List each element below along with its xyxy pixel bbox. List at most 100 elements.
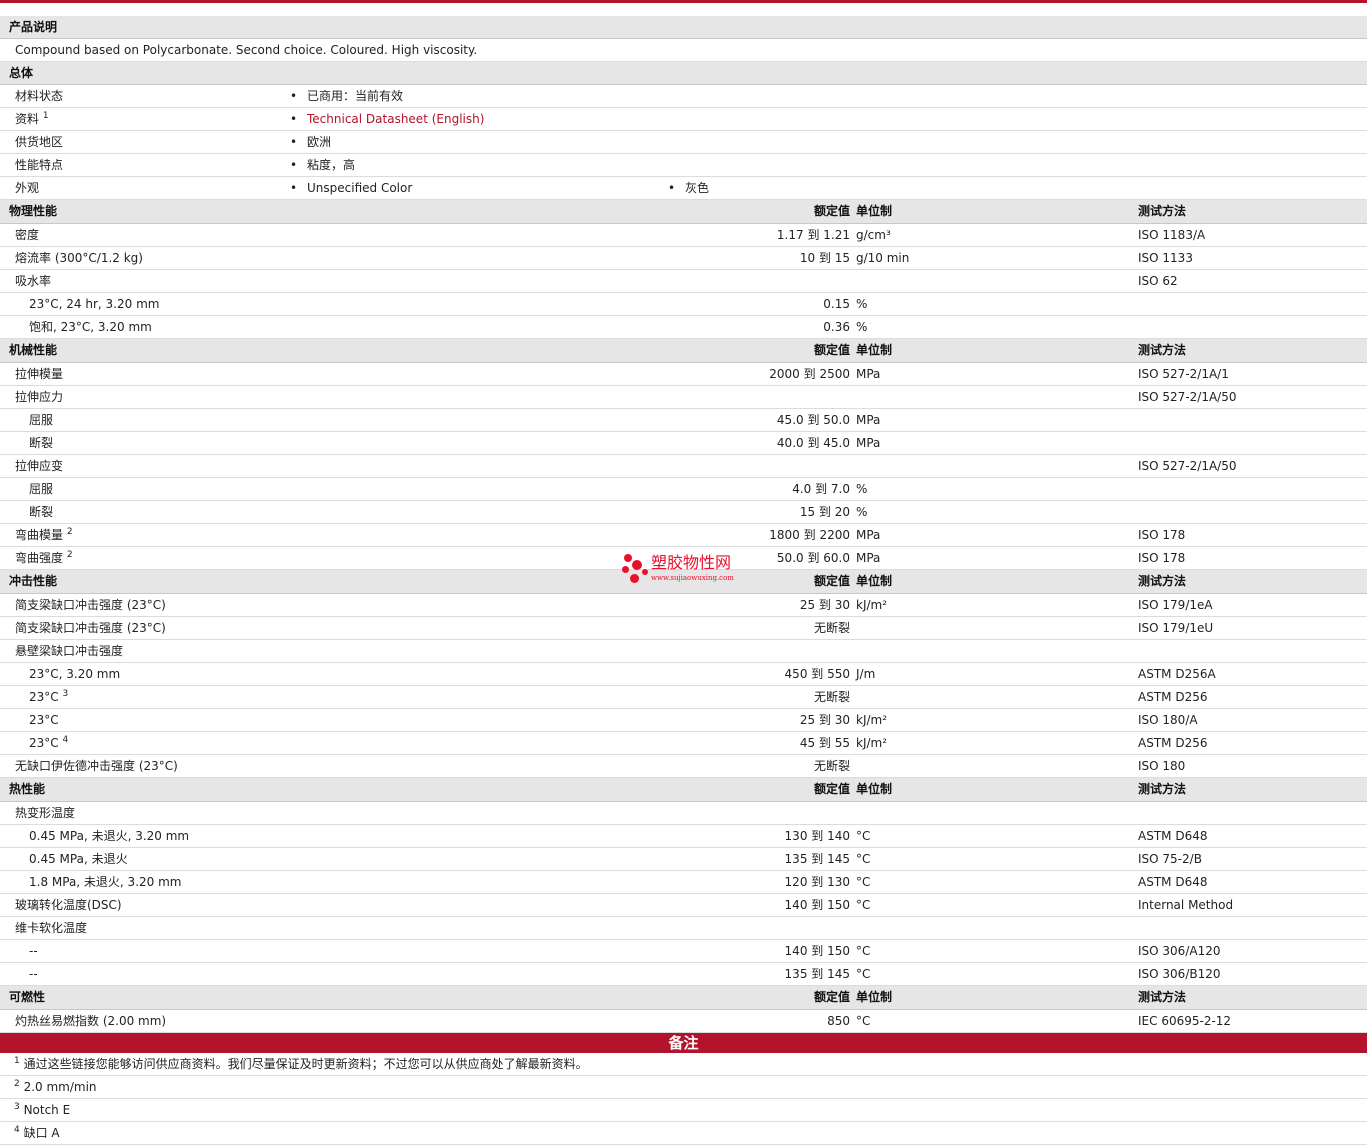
property-value: 无断裂 bbox=[813, 759, 850, 773]
property-test-method: Internal Method bbox=[1138, 898, 1234, 912]
property-label-text: 拉伸模量 bbox=[15, 367, 64, 381]
notes-header: 备注 bbox=[0, 1033, 1367, 1053]
property-value: 50.0 到 60.0 bbox=[776, 551, 850, 565]
property-row: 灼热丝易燃指数 (2.00 mm) 850 °C IEC 60695-2-12 bbox=[0, 1010, 1367, 1033]
column-header-unit: 单位制 bbox=[856, 204, 893, 218]
property-row: 屈服 4.0 到 7.0% bbox=[0, 478, 1367, 501]
property-label: 玻璃转化温度(DSC) bbox=[15, 898, 122, 913]
footnote-ref: 1 bbox=[42, 111, 49, 121]
property-label: 悬壁梁缺口冲击强度 bbox=[15, 644, 123, 659]
column-header-test-method: 测试方法 bbox=[1138, 204, 1187, 218]
property-label: 维卡软化温度 bbox=[15, 921, 87, 936]
property-label-text: 熔流率 (300°C/1.2 kg) bbox=[15, 251, 143, 265]
section-header-product-description: 产品说明 bbox=[0, 16, 1367, 39]
datasheet-link[interactable]: Technical Datasheet (English) bbox=[307, 112, 484, 127]
property-unit: MPa bbox=[856, 528, 881, 542]
column-header-nominal: 额定值 bbox=[813, 782, 850, 796]
property-label-text: 断裂 bbox=[29, 436, 54, 450]
general-row: 性能特点 • 粘度，高 bbox=[0, 154, 1367, 177]
property-label: 吸水率 bbox=[15, 274, 51, 289]
general-row: 供货地区 • 欧洲 bbox=[0, 131, 1367, 154]
general-row: 资料 1 • Technical Datasheet (English) bbox=[0, 108, 1367, 131]
note-number: 3 bbox=[14, 1102, 20, 1112]
column-header-unit: 单位制 bbox=[856, 574, 893, 588]
column-header-unit: 单位制 bbox=[856, 782, 893, 796]
note-text: Notch E bbox=[23, 1103, 71, 1117]
property-value: 无断裂 bbox=[813, 690, 850, 704]
property-value: 1800 到 2200 bbox=[769, 528, 850, 542]
product-description-text: Compound based on Polycarbonate. Second … bbox=[15, 43, 478, 57]
property-unit: MPa bbox=[856, 436, 881, 450]
watermark-url: www.sujiaowuxing.com bbox=[651, 574, 734, 582]
property-row: 熔流率 (300°C/1.2 kg) 10 到 15 g/10 min ISO 113… bbox=[0, 247, 1367, 270]
property-label-text: 维卡软化温度 bbox=[15, 921, 88, 935]
column-header-nominal: 额定值 bbox=[813, 990, 850, 1004]
note-number: 2 bbox=[14, 1079, 20, 1089]
property-test-method: ISO 527-2/1A/50 bbox=[1138, 390, 1237, 404]
section-title: 总体 bbox=[9, 66, 34, 80]
property-label-text: 拉伸应变 bbox=[15, 459, 64, 473]
property-unit: °C bbox=[856, 944, 871, 958]
property-label-text: 简支梁缺口冲击强度 (23°C) bbox=[15, 621, 166, 635]
property-label-text: 23°C bbox=[29, 713, 59, 727]
property-unit: °C bbox=[856, 875, 871, 889]
property-label: 屈服 bbox=[29, 413, 53, 428]
general-label-text: 供货地区 bbox=[15, 135, 64, 149]
property-row: 拉伸模量 2000 到 2500 MPa ISO 527-2/1A/1 bbox=[0, 363, 1367, 386]
property-value: 130 到 140 bbox=[784, 829, 850, 843]
property-test-method: ASTM D256 bbox=[1138, 690, 1208, 704]
property-test-method: ISO 75-2/B bbox=[1138, 852, 1202, 866]
property-value: 45 到 55 bbox=[799, 736, 850, 750]
general-label-text: 性能特点 bbox=[15, 158, 64, 172]
property-unit: J/m bbox=[856, 667, 876, 681]
note-content: 2 2.0 mm/min bbox=[14, 1080, 97, 1095]
column-header-test-method: 测试方法 bbox=[1138, 990, 1187, 1004]
property-row: 断裂 15 到 20% bbox=[0, 501, 1367, 524]
general-value: Unspecified Color bbox=[307, 181, 413, 195]
property-label: 断裂 bbox=[29, 436, 53, 451]
property-test-method: ISO 178 bbox=[1138, 551, 1186, 565]
property-test-method: ISO 306/B120 bbox=[1138, 967, 1221, 981]
logo-dot bbox=[624, 554, 632, 562]
general-label: 性能特点 bbox=[15, 158, 63, 173]
general-row: 材料状态 • 已商用：当前有效 bbox=[0, 85, 1367, 108]
property-row: 23°C 3 无断裂 ASTM D256 bbox=[0, 686, 1367, 709]
property-row: 23°C 25 到 30 kJ/m² ISO 180/A bbox=[0, 709, 1367, 732]
property-label: 23°C 4 bbox=[29, 736, 68, 751]
property-test-method: ASTM D648 bbox=[1138, 829, 1208, 843]
property-label-text: -- bbox=[29, 967, 38, 981]
note-text: 通过这些链接您能够访问供应商资料。我们尽量保证及时更新资料；不过您可以从供应商处… bbox=[23, 1057, 588, 1071]
property-label-text: 饱和, 23°C, 3.20 mm bbox=[29, 320, 152, 334]
property-value: 450 到 550 bbox=[784, 667, 850, 681]
property-value: 850 bbox=[827, 1014, 850, 1028]
property-label: 简支梁缺口冲击强度 (23°C) bbox=[15, 621, 166, 636]
property-unit: g/10 min bbox=[856, 251, 910, 265]
property-label: -- bbox=[29, 944, 38, 959]
note-number: 4 bbox=[14, 1125, 20, 1135]
footnote-ref: 4 bbox=[62, 735, 69, 745]
notes-list: 1 通过这些链接您能够访问供应商资料。我们尽量保证及时更新资料；不过您可以从供应… bbox=[0, 1053, 1367, 1145]
section-header: 热性能 额定值 单位制 测试方法 bbox=[0, 778, 1367, 802]
property-test-method: ISO 178 bbox=[1138, 528, 1186, 542]
property-label-text: 断裂 bbox=[29, 505, 54, 519]
property-unit: % bbox=[856, 482, 868, 496]
property-label-text: 0.45 MPa, 未退火, 3.20 mm bbox=[29, 829, 190, 843]
property-row: 玻璃转化温度(DSC) 140 到 150 °C Internal Method bbox=[0, 894, 1367, 917]
general-row: 外观 • Unspecified Color • 灰色 bbox=[0, 177, 1367, 200]
property-label-text: 无缺口伊佐德冲击强度 (23°C) bbox=[15, 759, 178, 773]
property-label: 灼热丝易燃指数 (2.00 mm) bbox=[15, 1014, 166, 1029]
property-test-method: ISO 179/1eA bbox=[1138, 598, 1213, 612]
column-header-unit: 单位制 bbox=[856, 343, 893, 357]
property-value: 135 到 145 bbox=[784, 852, 850, 866]
property-row: 1.8 MPa, 未退火, 3.20 mm 120 到 130 °C ASTM D64… bbox=[0, 871, 1367, 894]
section-title: 冲击性能 bbox=[9, 574, 58, 588]
product-description-row: Compound based on Polycarbonate. Second … bbox=[0, 39, 1367, 62]
note-content: 1 通过这些链接您能够访问供应商资料。我们尽量保证及时更新资料；不过您可以从供应… bbox=[14, 1057, 588, 1072]
property-label-text: 23°C, 3.20 mm bbox=[29, 667, 121, 681]
property-label-text: 屈服 bbox=[29, 482, 54, 496]
section-title: 物理性能 bbox=[9, 204, 58, 218]
property-unit: % bbox=[856, 297, 868, 311]
section-title: 机械性能 bbox=[9, 343, 58, 357]
property-label: 无缺口伊佐德冲击强度 (23°C) bbox=[15, 759, 178, 774]
property-unit: kJ/m² bbox=[856, 598, 888, 612]
